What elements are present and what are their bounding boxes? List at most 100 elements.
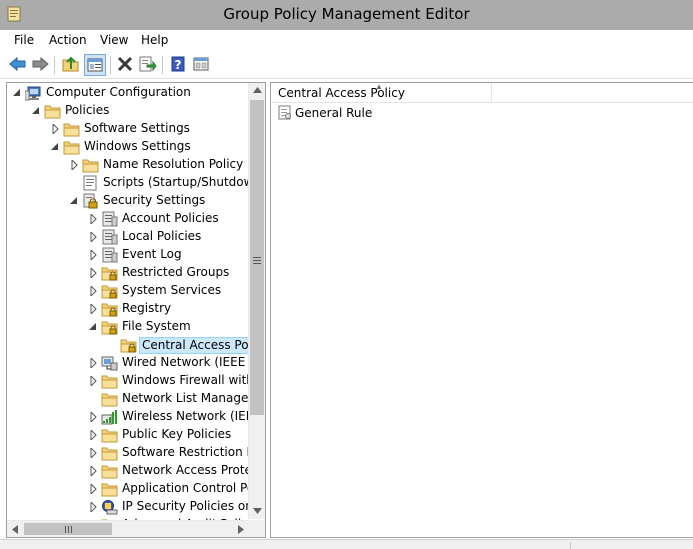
tree-node[interactable]: System Services — [7, 282, 247, 300]
tree-node[interactable]: Local Policies — [7, 228, 247, 246]
tree-node[interactable]: Event Log — [7, 246, 247, 264]
secure-folder-icon — [101, 285, 118, 299]
back-button[interactable] — [7, 54, 29, 76]
scroll-down-icon[interactable] — [253, 508, 262, 514]
expanded-arrow-icon[interactable] — [51, 142, 60, 152]
tree-node[interactable]: Network Access Protect — [7, 462, 263, 480]
folder-icon — [63, 123, 80, 137]
up-folder-button[interactable] — [60, 54, 82, 76]
menu-file[interactable]: File — [14, 33, 34, 47]
tree-node[interactable]: Name Resolution Policy — [7, 156, 247, 174]
toolbar-separator — [110, 56, 111, 74]
tree-node-label: Software Restriction Po — [122, 445, 261, 459]
tree-node-label: Local Policies — [122, 229, 202, 243]
properties-icon — [193, 57, 209, 71]
tree-node[interactable]: Account Policies — [7, 210, 247, 228]
ip-security-icon — [102, 500, 118, 515]
collapsed-arrow-icon[interactable] — [89, 232, 98, 242]
collapsed-arrow-icon[interactable] — [70, 160, 79, 170]
tree-node[interactable]: Central Access Polic — [7, 336, 265, 354]
wireless-icon — [101, 410, 117, 425]
details-pane[interactable]: Central Access Policy ▲ General Rule — [270, 82, 693, 538]
menu-action[interactable]: Action — [49, 33, 87, 47]
tree-node[interactable]: Wireless Network (IEEE — [7, 408, 261, 426]
collapsed-arrow-icon[interactable] — [89, 502, 98, 512]
scroll-right-icon[interactable] — [238, 525, 244, 534]
expanded-arrow-icon[interactable] — [32, 106, 41, 116]
tree-node[interactable]: Windows Settings — [7, 138, 247, 156]
console-tree[interactable]: Computer Configuration Policies Software S… — [6, 82, 266, 538]
tree-node[interactable]: Application Control Po — [7, 480, 254, 498]
tree-node-label: System Services — [122, 283, 222, 297]
tree-horizontal-scrollbar[interactable] — [7, 520, 249, 537]
tree-node[interactable]: Windows Firewall with A — [7, 372, 265, 390]
secure-folder-icon — [101, 267, 118, 281]
tree-node-label: Computer Configuration — [46, 85, 191, 99]
tree-node-label: Public Key Policies — [122, 427, 232, 441]
tree-node[interactable]: Registry — [7, 300, 247, 318]
tree-node[interactable]: Wired Network (IEEE 80 — [7, 354, 264, 372]
delete-button[interactable] — [115, 54, 137, 76]
collapsed-arrow-icon[interactable] — [89, 250, 98, 260]
show-hide-tree-button[interactable] — [84, 54, 106, 76]
collapsed-arrow-icon[interactable] — [89, 286, 98, 296]
tree-node[interactable]: Software Restriction Po — [7, 444, 261, 462]
scroll-left-icon[interactable] — [12, 525, 18, 534]
menu-view[interactable]: View — [100, 33, 128, 47]
tree-node[interactable]: Software Settings — [7, 120, 247, 138]
window-title: Group Policy Management Editor — [223, 5, 470, 23]
policy-icon — [102, 211, 118, 227]
tree-node-label: Security Settings — [103, 193, 206, 207]
properties-button[interactable] — [191, 54, 213, 76]
tree-node[interactable]: IP Security Policies on A — [7, 498, 265, 516]
tree-node-label: Software Settings — [84, 121, 190, 135]
collapsed-arrow-icon[interactable] — [89, 448, 98, 458]
tree-node[interactable]: Network List Manager P — [7, 390, 264, 408]
help-button[interactable]: ? — [168, 54, 190, 76]
column-header-filler — [492, 83, 693, 103]
tree-node-label: Application Control Po — [122, 481, 255, 495]
export-list-button[interactable] — [137, 54, 159, 76]
folder-icon — [101, 375, 118, 389]
list-item[interactable]: General Rule — [276, 104, 476, 122]
column-header-label: Central Access Policy — [278, 86, 405, 100]
expanded-arrow-icon[interactable] — [13, 88, 22, 98]
collapsed-arrow-icon[interactable] — [89, 214, 98, 224]
status-bar — [0, 539, 693, 549]
up-folder-icon — [62, 56, 79, 72]
tree-node[interactable]: Computer Configuration — [7, 84, 247, 102]
menu-help[interactable]: Help — [141, 33, 168, 47]
tree-node[interactable]: Public Key Policies — [7, 426, 247, 444]
folder-icon — [44, 105, 61, 119]
tree-node-label: File System — [122, 319, 191, 333]
tree-vertical-scrollbar[interactable] — [248, 83, 265, 519]
forward-button[interactable] — [29, 54, 51, 76]
expanded-arrow-icon[interactable] — [70, 196, 79, 206]
collapsed-arrow-icon[interactable] — [89, 430, 98, 440]
tree-node-label: Windows Firewall with A — [122, 373, 266, 387]
column-header-central-access-policy[interactable]: Central Access Policy ▲ — [271, 82, 492, 103]
collapsed-arrow-icon[interactable] — [89, 268, 98, 278]
scroll-up-icon[interactable] — [253, 87, 262, 93]
tree-node-label: Windows Settings — [84, 139, 191, 153]
expanded-arrow-icon[interactable] — [89, 322, 98, 332]
folder-icon — [101, 483, 118, 497]
folder-icon — [82, 159, 99, 173]
collapsed-arrow-icon[interactable] — [89, 412, 98, 422]
tree-node[interactable]: File System — [7, 318, 247, 336]
collapsed-arrow-icon[interactable] — [89, 466, 98, 476]
network-icon — [101, 356, 118, 371]
tree-node-label: Central Access Polic — [139, 337, 265, 354]
tree-node[interactable]: Security Settings — [7, 192, 247, 210]
collapsed-arrow-icon[interactable] — [89, 376, 98, 386]
collapsed-arrow-icon[interactable] — [89, 358, 98, 368]
collapsed-arrow-icon[interactable] — [51, 124, 60, 134]
tree-node[interactable]: Restricted Groups — [7, 264, 247, 282]
collapsed-arrow-icon[interactable] — [89, 484, 98, 494]
tree-node[interactable]: Policies — [7, 102, 247, 120]
tree-node[interactable]: Scripts (Startup/Shutdown) — [7, 174, 265, 192]
delete-icon — [117, 56, 133, 72]
collapsed-arrow-icon[interactable] — [89, 304, 98, 314]
back-icon — [9, 56, 26, 72]
forward-icon — [32, 56, 49, 72]
